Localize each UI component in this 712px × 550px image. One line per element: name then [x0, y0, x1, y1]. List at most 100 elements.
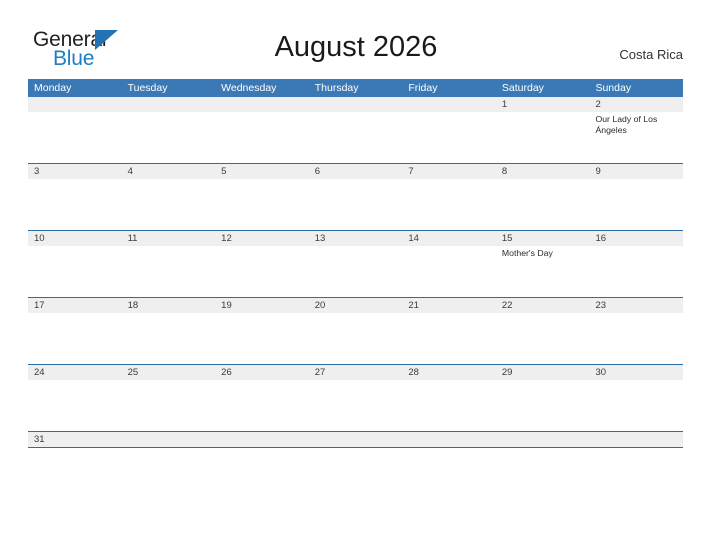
day-number[interactable]: 30 [589, 365, 683, 380]
day-event[interactable] [28, 380, 122, 431]
day-number[interactable]: 2 [589, 97, 683, 112]
day-number[interactable]: 9 [589, 164, 683, 179]
day-event[interactable] [402, 246, 496, 297]
day-event[interactable] [589, 246, 683, 297]
day-event[interactable] [309, 179, 403, 230]
page-header: General Blue August 2026 Costa Rica [0, 0, 712, 76]
day-number[interactable]: 16 [589, 231, 683, 246]
day-event[interactable] [402, 313, 496, 364]
day-number[interactable]: 7 [402, 164, 496, 179]
day-number[interactable]: 27 [309, 365, 403, 380]
day-event[interactable] [215, 380, 309, 431]
day-event[interactable] [402, 112, 496, 163]
week-row: 24 25 26 27 28 29 30 [28, 365, 683, 432]
day-number[interactable]: 12 [215, 231, 309, 246]
day-event[interactable] [122, 380, 216, 431]
day-event[interactable] [122, 112, 216, 163]
day-number[interactable] [122, 97, 216, 112]
day-event[interactable] [215, 179, 309, 230]
week-date-band: 17 18 19 20 21 22 23 [28, 298, 683, 313]
day-number[interactable]: 28 [402, 365, 496, 380]
day-event[interactable] [496, 313, 590, 364]
day-number[interactable]: 11 [122, 231, 216, 246]
day-number[interactable]: 19 [215, 298, 309, 313]
weekday-header-row: Monday Tuesday Wednesday Thursday Friday… [28, 79, 683, 97]
day-number[interactable]: 25 [122, 365, 216, 380]
calendar-page: General Blue August 2026 Costa Rica Mond… [0, 0, 712, 550]
week-date-band: 31 [28, 432, 683, 447]
day-number[interactable]: 15 [496, 231, 590, 246]
day-event[interactable] [215, 246, 309, 297]
day-event[interactable] [215, 313, 309, 364]
day-number[interactable]: 18 [122, 298, 216, 313]
day-number[interactable] [309, 97, 403, 112]
day-event[interactable] [122, 179, 216, 230]
day-number[interactable] [402, 97, 496, 112]
day-number[interactable] [309, 432, 403, 447]
day-number[interactable]: 4 [122, 164, 216, 179]
day-event[interactable] [496, 179, 590, 230]
day-number[interactable]: 6 [309, 164, 403, 179]
day-number[interactable]: 8 [496, 164, 590, 179]
day-number[interactable]: 23 [589, 298, 683, 313]
day-event[interactable] [589, 313, 683, 364]
day-number[interactable] [215, 432, 309, 447]
day-event[interactable] [122, 246, 216, 297]
day-number[interactable]: 14 [402, 231, 496, 246]
day-number[interactable]: 13 [309, 231, 403, 246]
week-row: 3 4 5 6 7 8 9 [28, 164, 683, 231]
week-event-band [28, 313, 683, 364]
day-number[interactable]: 26 [215, 365, 309, 380]
week-date-band: 24 25 26 27 28 29 30 [28, 365, 683, 380]
day-number[interactable]: 29 [496, 365, 590, 380]
day-number[interactable]: 5 [215, 164, 309, 179]
day-number[interactable] [589, 432, 683, 447]
day-event[interactable] [309, 112, 403, 163]
day-event[interactable] [309, 380, 403, 431]
day-event[interactable] [309, 313, 403, 364]
page-title: August 2026 [274, 31, 438, 63]
week-row: 17 18 19 20 21 22 23 [28, 298, 683, 365]
day-event[interactable] [496, 112, 590, 163]
day-number[interactable]: 24 [28, 365, 122, 380]
day-number[interactable] [496, 432, 590, 447]
day-number[interactable] [122, 432, 216, 447]
week-event-band: Our Lady of Los Ángeles [28, 112, 683, 163]
week-event-band [28, 380, 683, 431]
day-number[interactable]: 3 [28, 164, 122, 179]
week-row: 1 2 Our Lady of Los Ángeles [28, 97, 683, 164]
week-date-band: 10 11 12 13 14 15 16 [28, 231, 683, 246]
day-event[interactable] [589, 380, 683, 431]
day-number[interactable]: 20 [309, 298, 403, 313]
week-row: 10 11 12 13 14 15 16 Mother's Day [28, 231, 683, 298]
day-event[interactable] [496, 380, 590, 431]
day-event[interactable]: Our Lady of Los Ángeles [589, 112, 683, 163]
day-event[interactable] [309, 246, 403, 297]
day-event[interactable]: Mother's Day [496, 246, 590, 297]
week-event-band: Mother's Day [28, 246, 683, 297]
day-number[interactable] [402, 432, 496, 447]
day-number[interactable] [28, 97, 122, 112]
day-number[interactable] [215, 97, 309, 112]
day-event[interactable] [28, 112, 122, 163]
day-number[interactable]: 17 [28, 298, 122, 313]
weekday-header-tuesday: Tuesday [127, 82, 168, 94]
week-row: 31 [28, 432, 683, 448]
day-number[interactable]: 1 [496, 97, 590, 112]
weekday-header-saturday: Saturday [501, 82, 544, 94]
week-date-band: 3 4 5 6 7 8 9 [28, 164, 683, 179]
day-event[interactable] [589, 179, 683, 230]
day-event[interactable] [28, 313, 122, 364]
day-number[interactable]: 21 [402, 298, 496, 313]
week-date-band: 1 2 [28, 97, 683, 112]
day-event[interactable] [215, 112, 309, 163]
day-event[interactable] [28, 179, 122, 230]
day-event[interactable] [28, 246, 122, 297]
day-number[interactable]: 31 [28, 432, 122, 447]
day-event[interactable] [402, 179, 496, 230]
day-event[interactable] [122, 313, 216, 364]
day-number[interactable]: 22 [496, 298, 590, 313]
calendar-grid: Monday Tuesday Wednesday Thursday Friday… [28, 79, 683, 448]
day-number[interactable]: 10 [28, 231, 122, 246]
day-event[interactable] [402, 380, 496, 431]
